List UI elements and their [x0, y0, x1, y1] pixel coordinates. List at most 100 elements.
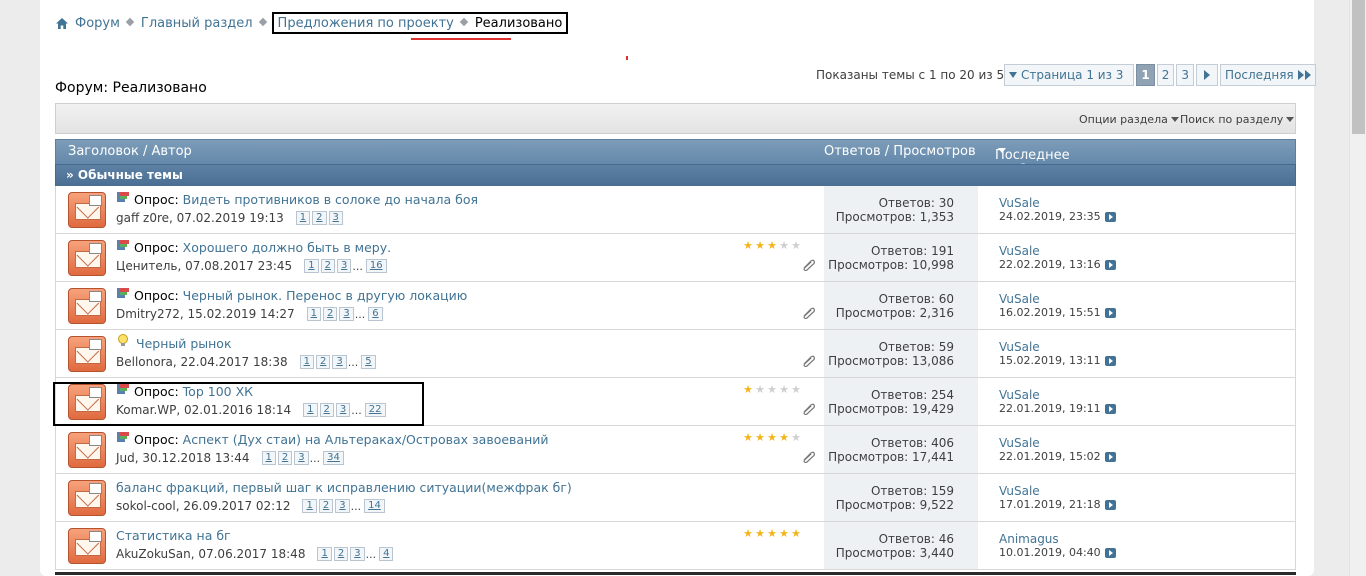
thread-page-link[interactable]: 3: [294, 451, 309, 465]
go-to-last-post-icon[interactable]: [1104, 500, 1116, 510]
thread-page-link[interactable]: 1: [261, 451, 276, 465]
thread-page-link[interactable]: 3: [336, 259, 352, 273]
thread-last-page-link[interactable]: 4: [379, 547, 394, 561]
last-post-user-link[interactable]: VuSale: [999, 340, 1040, 354]
last-post-user-link[interactable]: VuSale: [999, 484, 1040, 498]
star-icon: ★: [755, 431, 765, 444]
thread-title-link[interactable]: Статистика на бг: [116, 528, 231, 543]
thread-rating: ★ ★ ★ ★ ★: [742, 432, 802, 443]
attachment-icon[interactable]: [802, 451, 816, 463]
thread-author-date[interactable]: gaff z0re, 07.02.2019 19:13: [116, 211, 284, 225]
thread-title-line: Статистика на бг: [116, 528, 231, 543]
thread-page-link[interactable]: 2: [277, 451, 293, 465]
thread-views: Просмотров: 13,086: [828, 354, 954, 368]
sort-replies-views[interactable]: Ответов / Просмотров: [824, 144, 976, 159]
thread-title-link[interactable]: Видеть противников в солоке до начала бо…: [183, 192, 478, 207]
thread-author-date[interactable]: Jud, 30.12.2018 13:44: [116, 451, 250, 465]
last-post-user-link[interactable]: VuSale: [999, 244, 1040, 258]
go-to-last-post-icon[interactable]: [1104, 308, 1116, 318]
sort-title-author[interactable]: Заголовок / Автор: [68, 144, 192, 159]
thread-page-link[interactable]: 3: [350, 547, 365, 561]
thread-page-link[interactable]: 2: [315, 355, 331, 369]
breadcrumb-forum[interactable]: Форум: [75, 16, 120, 31]
page-3-button[interactable]: 3: [1176, 64, 1195, 86]
thread-page-link[interactable]: 2: [319, 403, 334, 417]
page-2-button[interactable]: 2: [1156, 64, 1175, 86]
go-to-last-post-icon[interactable]: [1104, 404, 1116, 414]
thread-page-link[interactable]: 1: [306, 307, 322, 321]
last-page-label: Последняя: [1225, 68, 1294, 82]
thread-page-link[interactable]: 1: [317, 547, 332, 561]
scrollbar[interactable]: [1349, 0, 1366, 576]
scrollbar-thumb[interactable]: [1352, 0, 1365, 134]
thread-last-page-link[interactable]: 16: [365, 259, 387, 273]
thread-page-link[interactable]: 2: [333, 547, 349, 561]
go-to-last-post-icon[interactable]: [1104, 452, 1116, 462]
page-jump-dropdown[interactable]: Страница 1 из 3: [1004, 64, 1130, 86]
thread-page-link[interactable]: 2: [323, 307, 338, 321]
thread-page-link[interactable]: 3: [328, 211, 343, 225]
page-ellipsis: ...: [309, 451, 321, 465]
go-to-last-post-icon[interactable]: [1104, 212, 1116, 222]
thread-page-link[interactable]: 1: [303, 403, 318, 417]
go-to-last-post-icon[interactable]: [1104, 260, 1116, 270]
attachment-icon[interactable]: [802, 355, 816, 367]
thread-page-link[interactable]: 1: [302, 499, 317, 513]
highlight-box: Предложения по проекту Реализовано: [271, 12, 569, 34]
thread-rating: ★ ★ ★ ★ ★: [742, 384, 802, 395]
breadcrumb-project-suggestions[interactable]: Предложения по проекту: [278, 16, 454, 31]
thread-title-link[interactable]: Top 100 ХК: [183, 384, 253, 399]
page-1-button[interactable]: 1: [1136, 64, 1155, 86]
last-post-user-link[interactable]: VuSale: [999, 292, 1040, 306]
section-options-dropdown[interactable]: Опции раздела: [1079, 113, 1179, 126]
attachment-icon[interactable]: [802, 403, 816, 415]
table-row: Опрос: Аспект (Дух стаи) на Альтераках/О…: [55, 426, 1296, 474]
breadcrumb-main-section[interactable]: Главный раздел: [141, 16, 253, 31]
thread-last-page-link[interactable]: 34: [323, 451, 344, 465]
thread-author-date[interactable]: Komar.WP, 02.01.2016 18:14: [116, 403, 291, 417]
page-ellipsis: ...: [354, 307, 366, 321]
thread-page-link[interactable]: 1: [295, 211, 311, 225]
thread-title-link[interactable]: Аспект (Дух стаи) на Альтераках/Островах…: [183, 432, 549, 447]
thread-author-date[interactable]: Ценитель, 07.08.2017 23:45: [116, 259, 292, 273]
attachment-icon[interactable]: [802, 259, 816, 271]
last-page-button[interactable]: Последняя: [1220, 64, 1316, 86]
last-post-date: 15.02.2019, 13:11: [999, 354, 1101, 367]
thread-stats: Ответов: 46 Просмотров: 3,440: [824, 532, 954, 560]
thread-page-link[interactable]: 3: [332, 355, 347, 369]
last-post-date: 17.01.2019, 21:18: [999, 498, 1101, 511]
thread-page-link[interactable]: 3: [335, 499, 350, 513]
last-post-user-link[interactable]: VuSale: [999, 388, 1040, 402]
thread-page-link[interactable]: 1: [304, 259, 319, 273]
thread-author-date[interactable]: Bellonora, 22.04.2017 18:38: [116, 355, 288, 369]
thread-last-page-link[interactable]: 6: [368, 307, 383, 321]
last-post-user-link[interactable]: VuSale: [999, 196, 1040, 210]
go-to-last-post-icon[interactable]: [1104, 548, 1116, 558]
thread-title-link[interactable]: Хорошего должно быть в меру.: [183, 240, 391, 255]
thread-page-link[interactable]: 3: [339, 307, 354, 321]
thread-last-page-link[interactable]: 14: [364, 499, 385, 513]
thread-last-page-link[interactable]: 5: [361, 355, 376, 369]
attachment-icon[interactable]: [802, 307, 816, 319]
thread-author-date[interactable]: Dmitry272, 15.02.2019 14:27: [116, 307, 295, 321]
thread-page-link[interactable]: 2: [320, 259, 335, 273]
chevron-down-icon: [1009, 72, 1017, 78]
thread-page-link[interactable]: 2: [318, 499, 334, 513]
thread-title-link[interactable]: Черный рынок. Перенос в другую локацию: [183, 288, 468, 303]
next-page-button[interactable]: [1196, 64, 1219, 86]
last-post-user-link[interactable]: Animagus: [999, 532, 1059, 546]
thread-page-link[interactable]: 1: [299, 355, 314, 369]
thread-last-page-link[interactable]: 22: [364, 403, 386, 417]
star-icon: ★: [791, 383, 801, 396]
thread-title-link[interactable]: баланс фракций, первый шаг к исправлению…: [116, 480, 572, 495]
thread-page-link[interactable]: 3: [335, 403, 351, 417]
thread-author-date[interactable]: AkuZokuSan, 07.06.2017 18:48: [116, 547, 305, 561]
last-post-user-link[interactable]: VuSale: [999, 436, 1040, 450]
thread-title-link[interactable]: Черный рынок: [136, 336, 232, 351]
breadcrumb: Форум Главный раздел Предложения по прое…: [55, 12, 569, 34]
thread-author-date[interactable]: sokol-cool, 26.09.2017 02:12: [116, 499, 290, 513]
home-icon[interactable]: [55, 17, 69, 30]
go-to-last-post-icon[interactable]: [1104, 356, 1116, 366]
section-search-dropdown[interactable]: Поиск по разделу: [1180, 113, 1295, 126]
thread-page-link[interactable]: 2: [312, 211, 327, 225]
